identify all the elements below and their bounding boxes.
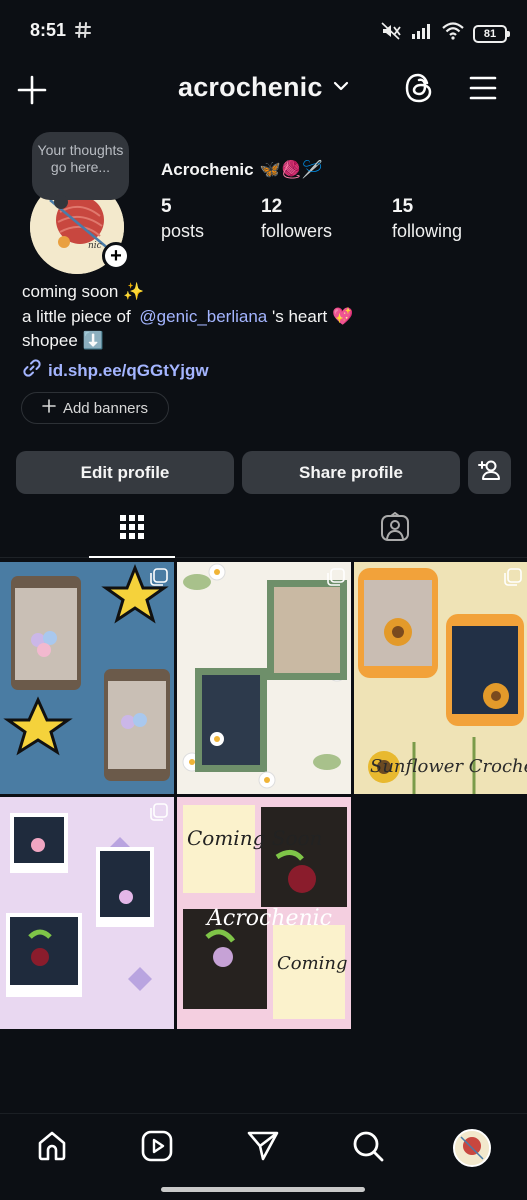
post-caption-mid: Acrochenic [205,906,332,931]
svg-text:nic: nic [88,241,102,251]
add-story-plus-icon[interactable]: + [102,242,130,270]
following-count: 15 [392,196,414,217]
grid-post[interactable] [0,562,174,794]
profile-avatar-icon [453,1129,491,1167]
share-profile-button[interactable]: Share profile [242,451,460,494]
add-person-icon [477,459,502,486]
nav-messages[interactable] [243,1128,283,1168]
grid-post[interactable]: Sunflower Crochet [354,562,527,794]
create-plus-icon[interactable] [16,74,48,111]
stat-following[interactable]: 15 following [392,196,462,242]
multiple-photos-icon [327,568,345,586]
status-time: 8:51 [30,20,67,40]
add-banners-label: Add banners [62,399,149,417]
multiple-photos-icon [150,568,168,586]
bio-external-link[interactable]: id.shp.ee/qGGtYjgw [22,358,209,383]
active-tab-indicator [89,556,175,558]
status-bar: 8:51 81 [0,0,527,62]
link-icon [22,358,42,383]
edit-profile-button[interactable]: Edit profile [16,451,234,494]
plus-icon [42,399,56,417]
tab-tagged[interactable] [263,502,526,557]
account-switcher[interactable]: acrochenic [178,72,349,103]
reels-icon [140,1129,174,1168]
display-name-text: Acrochenic [161,160,254,179]
search-icon [351,1129,385,1168]
posts-label: posts [161,221,205,241]
home-icon [35,1129,69,1168]
note-bubble[interactable]: Your thoughts go here... [32,132,129,209]
nav-home[interactable] [32,1128,72,1168]
stat-followers[interactable]: 12 followers [261,196,332,242]
mute-icon [380,21,402,46]
send-icon [246,1129,280,1168]
post-caption-text: Sunflower Crochet [370,756,527,777]
bio-line-1: coming soon ✨ [22,282,145,301]
bio-line-3: shopee ⬇️ [22,331,104,350]
grid-post[interactable]: Coming Soon Acrochenic Coming Soon [177,797,351,1029]
nav-profile[interactable] [452,1128,492,1168]
multiple-photos-icon [504,568,522,586]
nav-search[interactable] [348,1128,388,1168]
post-caption-top: Coming Soon [187,826,322,850]
grid-post[interactable] [0,797,174,1029]
bio: coming soon ✨ a little piece of @genic_b… [22,280,353,354]
discover-people-button[interactable] [468,451,511,494]
display-name: Acrochenic 🦋🧶🪡 [161,160,323,180]
chevron-down-icon [333,79,349,97]
battery-icon: 81 [473,24,510,43]
threads-icon[interactable] [404,72,434,109]
followers-label: followers [261,221,333,241]
tagged-person-icon [380,511,410,547]
nav-reels[interactable] [137,1128,177,1168]
profile-header-bar: acrochenic [0,62,527,118]
bio-line-2-prefix: a little piece of [22,306,131,326]
status-icons: 81 [380,21,510,46]
home-indicator [161,1187,365,1192]
bio-line-2: a little piece of @genic_berliana 's hea… [22,305,353,330]
tab-posts-grid[interactable] [0,502,263,557]
post-caption-bottom: Coming Soon [277,953,351,974]
signal-icon [411,23,433,44]
bio-line-2-suffix: 's heart 💖 [272,306,354,326]
followers-count: 12 [261,196,283,217]
multiple-photos-icon [150,803,168,821]
profile-tabs [0,502,527,558]
posts-count: 5 [161,196,172,217]
following-label: following [392,221,463,241]
link-text: id.shp.ee/qGGtYjgw [48,360,209,380]
display-name-emoji: 🦋🧶🪡 [259,160,324,179]
menu-icon[interactable] [468,74,498,107]
grid-icon [119,514,145,545]
add-banners-button[interactable]: Add banners [21,392,169,424]
bio-mention-link[interactable]: @genic_berliana [139,307,267,326]
hashtag-icon [74,21,92,44]
username: acrochenic [178,72,323,102]
wifi-icon [442,22,464,45]
grid-post[interactable] [177,562,351,794]
stat-posts[interactable]: 5 posts [161,196,204,242]
